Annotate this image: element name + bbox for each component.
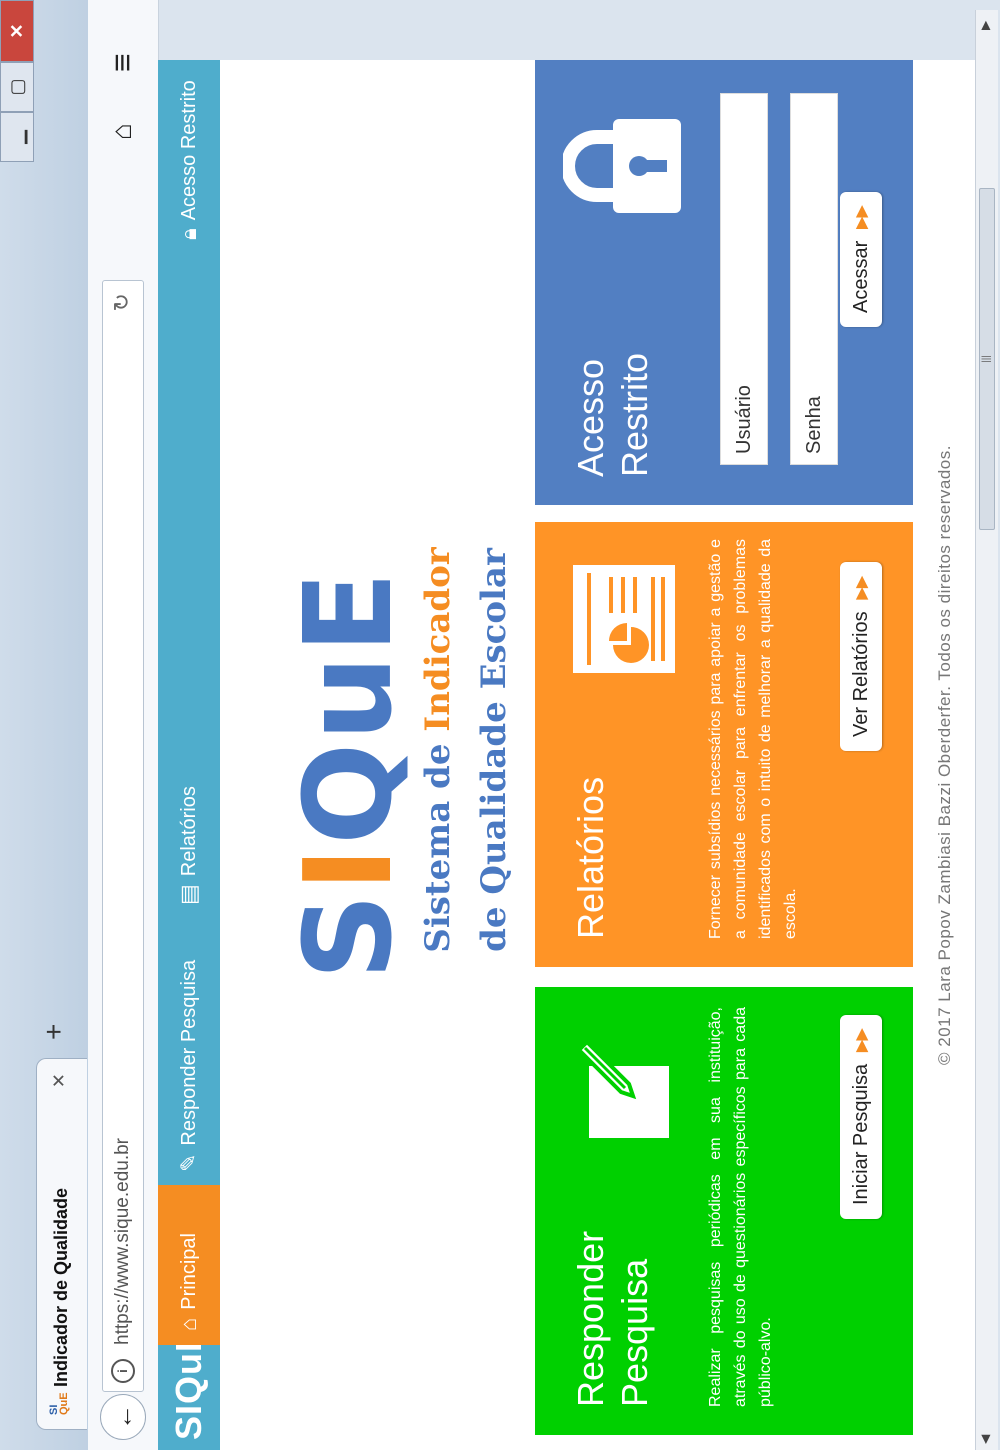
nav-principal-label: Principal (177, 1233, 200, 1310)
favicon-bottom: QuE (58, 1392, 70, 1415)
info-icon[interactable]: i (111, 1359, 135, 1383)
scroll-left-icon[interactable]: ◀ (978, 1435, 992, 1444)
reload-icon[interactable]: ↻ (109, 293, 135, 311)
card-pesquisa-title-2: Pesquisa (614, 1258, 655, 1407)
hamburger-menu-icon[interactable]: ≡ (104, 53, 141, 72)
nav-relatorios[interactable]: ▤ Relatórios (158, 725, 220, 905)
tagline-pre: Sistema de (418, 731, 458, 953)
back-arrow-icon[interactable]: ← (100, 1394, 146, 1440)
close-window-icon[interactable]: ✕ (0, 0, 34, 62)
lock-icon (561, 115, 683, 217)
card-acesso-title-2: Restrito (614, 352, 655, 477)
tab-close-icon[interactable]: ✕ (49, 1073, 70, 1088)
scroll-right-icon[interactable]: ▶ (978, 21, 992, 30)
nav-acesso-restrito[interactable]: 🔒︎ Acesso Restrito (158, 60, 220, 240)
ver-relatorios-label: Ver Relatórios (849, 611, 872, 737)
nav-acesso-label: Acesso Restrito (177, 80, 200, 221)
pencil-paper-icon (571, 1039, 671, 1140)
report-document-icon (569, 561, 679, 677)
navigation-bar: ← i https://www.sique.edu.br ↻ ⌂ ≡ (88, 0, 159, 1450)
iniciar-pesquisa-button[interactable]: Iniciar Pesquisa ▶▶ (840, 1014, 882, 1219)
home-nav-icon: ⌂ (176, 1317, 201, 1331)
url-text[interactable]: https://www.sique.edu.br (112, 1138, 134, 1345)
scrollbar-thumb[interactable]: ||| (979, 188, 995, 530)
forward-arrows-icon: ▶▶ (853, 205, 870, 229)
forward-arrows-icon: ▶▶ (853, 576, 870, 600)
logo-que: QuE (280, 569, 419, 845)
report-nav-icon: ▤ (176, 884, 201, 905)
ver-relatorios-button[interactable]: Ver Relatórios ▶▶ (840, 562, 882, 751)
card-relatorios-text: Fornecer subsídios necessários para apoi… (707, 539, 799, 939)
tab-favicon: SI QuE (48, 1392, 70, 1415)
nav-responder-pesquisa[interactable]: ✎ Responder Pesquisa (158, 922, 220, 1172)
maximize-icon[interactable]: ▢ (0, 62, 34, 112)
tagline-post: de Qualidade Escolar (474, 548, 514, 952)
site-logo: SIQuE Sistema de Indicador de Qualidade … (280, 530, 530, 980)
username-field[interactable] (720, 93, 768, 465)
card-acesso-restrito: Acesso Restrito Acessar ▶▶ (535, 60, 913, 505)
new-tab-icon[interactable]: + (38, 1024, 70, 1040)
logo-s: S (280, 891, 419, 980)
logo-wordmark: SIQuE (280, 569, 419, 980)
logo-tagline: Sistema de Indicador de Qualidade Escola… (410, 540, 522, 960)
nav-principal[interactable]: ⌂ Principal (158, 1185, 220, 1345)
logo-i: I (280, 844, 419, 892)
nav-pesquisa-label: Responder Pesquisa (177, 959, 200, 1146)
tab-title: Indicador de Qualidade (51, 1187, 71, 1387)
card-relatorios-title: Relatórios (570, 776, 611, 939)
card-acesso-title: Acesso Restrito (569, 353, 657, 477)
acessar-button[interactable]: Acessar ▶▶ (840, 191, 882, 327)
forward-arrows-icon: ▶▶ (853, 1028, 870, 1052)
iniciar-pesquisa-label: Iniciar Pesquisa (849, 1063, 872, 1205)
card-responder-pesquisa: Responder Pesquisa Realizar pesquisas pe… (535, 987, 913, 1435)
card-pesquisa-title-1: Responder (570, 1230, 611, 1407)
acessar-label: Acessar (849, 240, 872, 313)
tagline-highlight: Indicador (418, 547, 458, 732)
edit-nav-icon: ✎ (176, 1153, 201, 1172)
nav-relatorios-label: Relatórios (177, 786, 200, 877)
browser-window: SI QuE Indicador de Qualidade ✕ + ▁ ▢ ✕ … (0, 0, 1000, 1450)
card-pesquisa-title: Responder Pesquisa (569, 1231, 657, 1407)
browser-tab[interactable]: SI QuE Indicador de Qualidade ✕ (36, 1058, 87, 1430)
footer-copyright: © 2017 Lara Popov Zambiasi Bazzi Oberder… (935, 445, 954, 1065)
card-pesquisa-text: Realizar pesquisas periódicas em sua ins… (707, 1007, 774, 1407)
window-controls: ▁ ▢ ✕ (0, 0, 38, 162)
card-relatorios: Relatórios Fornecer subsídios necessário… (535, 522, 913, 967)
home-icon[interactable]: ⌂ (106, 123, 138, 140)
horizontal-scrollbar[interactable]: ◀ ||| ▶ (975, 10, 998, 1450)
site-header: SIQuE ⌂ Principal ✎ Responder Pesquisa ▤… (158, 60, 220, 1450)
minimize-icon[interactable]: ▁ (0, 112, 34, 162)
main-content: SIQuE Sistema de Indicador de Qualidade … (220, 60, 975, 1450)
title-bar: SI QuE Indicador de Qualidade ✕ + ▁ ▢ ✕ (0, 0, 88, 1450)
address-bar[interactable]: i https://www.sique.edu.br ↻ (102, 280, 144, 1392)
card-acesso-title-1: Acesso (570, 358, 611, 477)
password-field[interactable] (790, 93, 838, 465)
lock-nav-icon: 🔒︎ (176, 228, 201, 240)
